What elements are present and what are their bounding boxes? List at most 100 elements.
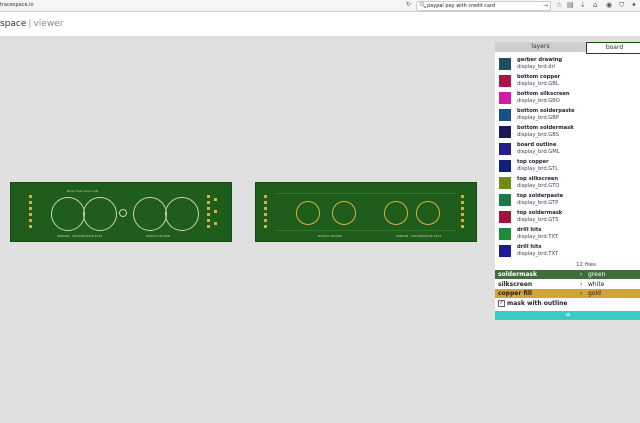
layer-file: display_brd.GTO: [517, 183, 560, 189]
pcb-top-render[interactable]: Nixie Hole Clock v1B SENSOR - PROGRESSIV…: [10, 182, 232, 242]
layer-name: gerber drawing: [517, 57, 563, 63]
layer-item[interactable]: bottom copper display_brd.GBL: [499, 73, 639, 89]
layer-file: display_brd.GBO: [517, 98, 560, 104]
layer-file: display_brd.GTL: [517, 166, 559, 172]
download-icon[interactable]: ↓: [580, 1, 586, 9]
pad: [29, 201, 32, 204]
address-bar[interactable]: tracespace.io: [0, 2, 34, 8]
trace: [276, 193, 456, 194]
layer-item[interactable]: top copper display_brd.GTL: [499, 158, 639, 174]
browser-toolbar: tracespace.io ↻ 🔍 paypal pay with credit…: [0, 0, 640, 12]
pad: [264, 213, 267, 216]
colon-dot: [119, 209, 127, 217]
layer-name: bottom silkscreen: [517, 91, 570, 97]
search-go-icon[interactable]: →: [543, 2, 548, 9]
layer-file: display_brd.TXT: [517, 234, 559, 240]
add-files-button[interactable]: +: [495, 311, 640, 320]
pad: [214, 198, 217, 201]
pad: [461, 219, 464, 222]
chevron-right-icon: ›: [580, 271, 583, 278]
layer-name: top solderpaste: [517, 193, 564, 199]
reading-list-icon[interactable]: ▤: [567, 1, 574, 9]
option-label: soldermask: [498, 271, 537, 278]
tube-footprint: [296, 201, 320, 225]
soldermask-color-select[interactable]: soldermask › green: [495, 270, 640, 279]
layer-name: top silkscreen: [517, 176, 559, 182]
tab-board[interactable]: board: [586, 42, 640, 54]
layer-color-swatch[interactable]: [499, 75, 511, 87]
app-header: space | viewer: [0, 12, 640, 37]
mask-icon[interactable]: ◉: [606, 1, 612, 9]
silkscreen-color-select[interactable]: silkscreen › white: [495, 280, 640, 289]
pad: [29, 207, 32, 210]
shield-icon[interactable]: ⛉: [619, 1, 624, 10]
pad: [207, 201, 210, 204]
pad: [264, 207, 267, 210]
layer-color-swatch[interactable]: [499, 228, 511, 240]
nixie-tube: [51, 197, 85, 231]
pcb-top-label: Nixie Hole Clock v1B: [67, 189, 99, 193]
pad: [207, 195, 210, 198]
layer-file: display_brd.GTP: [517, 200, 559, 206]
tube-footprint: [384, 201, 408, 225]
layer-name: board outline: [517, 142, 557, 148]
file-count: 12 files: [576, 262, 596, 268]
layer-item[interactable]: bottom silkscreen display_brd.GBO: [499, 90, 639, 106]
layer-name: bottom soldermask: [517, 125, 574, 131]
pad: [29, 219, 32, 222]
nixie-tube: [83, 197, 117, 231]
app-title: space | viewer: [0, 19, 63, 29]
layer-item[interactable]: top soldermask display_brd.GTS: [499, 209, 639, 225]
tube-footprint: [416, 201, 440, 225]
bookmark-star-icon[interactable]: ☆: [556, 1, 562, 9]
pcb-bottom-render[interactable]: DISPLAY BOARD SENSOR - PROGRESSIVE 2014: [255, 182, 477, 242]
layer-name: bottom copper: [517, 74, 561, 80]
chevron-right-icon: ›: [580, 281, 583, 288]
layer-item[interactable]: board outline display_brd.GML: [499, 141, 639, 157]
pad: [214, 210, 217, 213]
layer-file: display_brd.GBP: [517, 115, 559, 121]
mask-label: mask with outline: [507, 300, 568, 307]
pad: [207, 213, 210, 216]
pad: [461, 195, 464, 198]
trace: [276, 230, 456, 231]
pad: [207, 219, 210, 222]
layer-color-swatch[interactable]: [499, 58, 511, 70]
layer-item[interactable]: drill hits display_brd.TXT: [499, 243, 639, 259]
layer-color-swatch[interactable]: [499, 143, 511, 155]
layer-color-swatch[interactable]: [499, 92, 511, 104]
pcb-bottom-label-a: SENSOR - PROGRESSIVE 2014: [57, 234, 103, 238]
tab-layers[interactable]: layers: [495, 42, 586, 52]
layer-item[interactable]: bottom soldermask display_brd.GBS: [499, 124, 639, 140]
layer-color-swatch[interactable]: [499, 211, 511, 223]
mask-with-outline-toggle[interactable]: ✓ mask with outline: [495, 299, 640, 308]
extension-icon[interactable]: ✦: [631, 1, 637, 9]
copper-fill-color-select[interactable]: copper fill › gold: [495, 289, 640, 298]
option-label: silkscreen: [498, 281, 533, 288]
layer-item[interactable]: top silkscreen display_brd.GTO: [499, 175, 639, 191]
reload-icon[interactable]: ↻: [406, 1, 411, 8]
layer-color-swatch[interactable]: [499, 194, 511, 206]
nixie-tube: [133, 197, 167, 231]
pad: [29, 225, 32, 228]
home-icon[interactable]: ⌂: [593, 1, 597, 9]
layer-item[interactable]: top solderpaste display_brd.GTP: [499, 192, 639, 208]
layer-item[interactable]: drill hits display_brd.TXT: [499, 226, 639, 242]
pcb-right-label-b: SENSOR - PROGRESSIVE 2014: [396, 234, 442, 238]
search-input[interactable]: 🔍 paypal pay with credit card →: [416, 1, 551, 11]
layer-item[interactable]: bottom solderpaste display_brd.GBP: [499, 107, 639, 123]
option-value: green: [588, 271, 606, 278]
mask-checkbox[interactable]: ✓: [498, 300, 505, 307]
layer-color-swatch[interactable]: [499, 177, 511, 189]
pcb-bottom-label-b: DISPLAY BOARD: [146, 234, 171, 238]
layer-item[interactable]: gerber drawing display_brd.drl: [499, 56, 639, 72]
layer-color-swatch[interactable]: [499, 160, 511, 172]
layer-color-swatch[interactable]: [499, 126, 511, 138]
pad: [207, 207, 210, 210]
option-value: gold: [588, 290, 601, 297]
layer-color-swatch[interactable]: [499, 109, 511, 121]
layer-color-swatch[interactable]: [499, 245, 511, 257]
option-label: copper fill: [498, 290, 532, 297]
layer-file: display_brd.GBS: [517, 132, 560, 138]
layer-file: display_brd.TXT: [517, 251, 559, 257]
